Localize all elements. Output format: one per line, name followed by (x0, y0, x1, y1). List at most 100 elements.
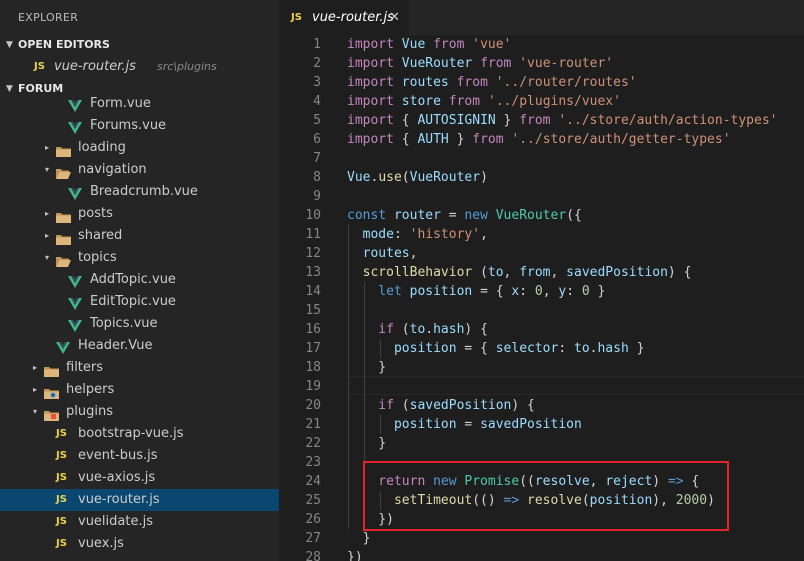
code-token: hash (433, 322, 465, 337)
code-token: ) { (667, 265, 692, 280)
tree-item-label: posts (78, 206, 113, 221)
code-token: to (487, 265, 504, 280)
code-line: } (347, 434, 386, 453)
tree-item-label: Breadcrumb.vue (90, 184, 198, 199)
line-number: 28 (305, 550, 321, 561)
tree-item-vue-axios-js[interactable]: JS vue-axios.js (0, 467, 279, 489)
line-number: 6 (313, 132, 321, 147)
code-token: = (464, 417, 481, 432)
tree-item-header-vue[interactable]: Header.Vue (0, 335, 279, 357)
chevron-right-icon[interactable]: ▸ (42, 203, 52, 225)
open-editor-item[interactable]: JS vue-router.js src\plugins (0, 56, 279, 78)
tab-vue-router[interactable]: JS vue-router.js ✕ (279, 0, 409, 35)
tree-item-shared[interactable]: ▸ shared (0, 225, 279, 247)
tree-item-vue-router-js[interactable]: JS vue-router.js (0, 489, 279, 511)
code-line: mode: 'history', (347, 225, 488, 244)
tree-item-loading[interactable]: ▸ loading (0, 137, 279, 159)
chevron-down-icon[interactable]: ▾ (42, 159, 52, 181)
code-line: position = savedPosition (347, 415, 582, 434)
code-token: ( (401, 170, 410, 185)
chevron-right-icon[interactable]: ▸ (42, 225, 52, 247)
line-number: 16 (305, 322, 321, 337)
tree-item-label: Header.Vue (78, 338, 153, 353)
tree-item-label: vue-router.js (78, 492, 160, 507)
tree-item-addtopic-vue[interactable]: AddTopic.vue (0, 269, 279, 291)
code-token: . (425, 322, 434, 337)
line-number: 9 (313, 189, 321, 204)
code-token: import (347, 132, 402, 147)
tree-item-topics[interactable]: ▾ topics (0, 247, 279, 269)
code-token: from (519, 265, 551, 280)
code-token: from (480, 56, 520, 71)
line-number: 13 (305, 265, 321, 280)
code-token: , (480, 227, 488, 242)
code-token: import (347, 113, 402, 128)
tree-item-vuelidate-js[interactable]: JS vuelidate.js (0, 511, 279, 533)
tree-item-filters[interactable]: ▸ filters (0, 357, 279, 379)
tree-item-label: Form.vue (90, 96, 151, 111)
code-token: const (347, 208, 394, 223)
code-token: if (347, 322, 402, 337)
code-token: ( (401, 322, 410, 337)
chevron-right-icon[interactable]: ▸ (30, 357, 40, 379)
code-token: : (566, 284, 582, 299)
tree-item-label: shared (78, 228, 123, 243)
code-line: import { AUTH } from '../store/auth/gett… (347, 130, 731, 149)
tree-item-forums-vue[interactable]: Forums.vue (0, 115, 279, 137)
open-editors-header[interactable]: ▼ OPEN EDITORS (0, 34, 279, 56)
code-token: AUTOSIGNIN (417, 113, 504, 128)
line-number: 26 (305, 512, 321, 527)
explorer-sidebar: EXPLORER ▼ OPEN EDITORS JS vue-router.js… (0, 0, 279, 561)
code-token: , (542, 284, 559, 299)
chevron-down-icon[interactable]: ▾ (30, 401, 40, 423)
code-token: 0 (534, 284, 543, 299)
line-number: 25 (305, 493, 321, 508)
tree-item-label: Topics.vue (90, 316, 158, 331)
open-editor-path: src\plugins (157, 60, 217, 73)
line-number: 22 (305, 436, 321, 451)
code-token: import (347, 37, 402, 52)
code-token: 0 (581, 284, 590, 299)
tree-item-label: helpers (66, 382, 115, 397)
tree-item-navigation[interactable]: ▾ navigation (0, 159, 279, 181)
line-number: 12 (305, 246, 321, 261)
tree-item-label: vue-axios.js (78, 470, 156, 485)
tree-item-event-bus-js[interactable]: JS event-bus.js (0, 445, 279, 467)
line-number: 27 (305, 531, 321, 546)
close-icon[interactable]: ✕ (389, 0, 400, 35)
chevron-right-icon[interactable]: ▸ (30, 379, 40, 401)
line-number: 3 (313, 75, 321, 90)
tree-item-bootstrap-vue-js[interactable]: JS bootstrap-vue.js (0, 423, 279, 445)
tree-item-helpers[interactable]: ▸ helpers (0, 379, 279, 401)
tree-item-edittopic-vue[interactable]: EditTopic.vue (0, 291, 279, 313)
line-number: 10 (305, 208, 321, 223)
code-token: savedPosition (566, 265, 668, 280)
code-token: } (503, 113, 520, 128)
code-token: router (393, 208, 449, 223)
code-line: position = { selector: to.hash } (347, 339, 645, 358)
code-token: ({ (566, 208, 582, 223)
code-token: } (456, 132, 473, 147)
code-token: from (472, 132, 512, 147)
js-file-icon: JS (56, 516, 67, 527)
line-number: 8 (313, 170, 321, 185)
line-number: 18 (305, 360, 321, 375)
line-number: 20 (305, 398, 321, 413)
tree-item-form-vue[interactable]: Form.vue (0, 93, 279, 115)
chevron-down-icon[interactable]: ▾ (42, 247, 52, 269)
tree-item-vuex-js[interactable]: JS vuex.js (0, 533, 279, 555)
tree-item-topics-vue[interactable]: Topics.vue (0, 313, 279, 335)
tree-item-breadcrumb-vue[interactable]: Breadcrumb.vue (0, 181, 279, 203)
code-token: routes (401, 75, 457, 90)
js-file-icon: JS (56, 494, 67, 505)
code-line: import store from '../plugins/vuex' (347, 92, 621, 111)
tree-item-posts[interactable]: ▸ posts (0, 203, 279, 225)
code-token: import (347, 94, 402, 109)
tree-item-label: EditTopic.vue (90, 294, 176, 309)
code-token: } (347, 360, 387, 375)
tree-item-label: AddTopic.vue (90, 272, 176, 287)
code-token: AUTH (417, 132, 457, 147)
code-line: if (savedPosition) { (347, 396, 535, 415)
chevron-right-icon[interactable]: ▸ (42, 137, 52, 159)
tree-item-plugins[interactable]: ▾ plugins (0, 401, 279, 423)
